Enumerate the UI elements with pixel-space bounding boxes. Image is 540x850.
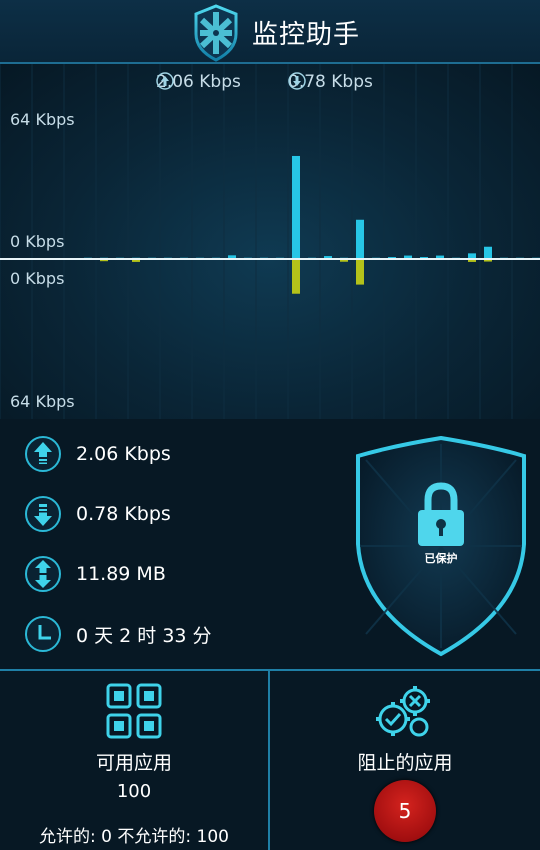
clock-icon (25, 616, 61, 652)
download-speed-icon (25, 496, 61, 532)
apps-grid-icon (106, 683, 162, 739)
gears-blocked-icon (376, 686, 430, 737)
allowed-apps-panel[interactable]: 可用应用 100 允许的: 0 不允许的: 100 (0, 671, 268, 850)
upload-arrow-icon (156, 72, 174, 90)
axis-label-upload-zero: 0 Kbps (10, 232, 65, 251)
download-speed-value: 0.78 Kbps (76, 503, 171, 525)
total-traffic-icon (25, 556, 61, 592)
blocked-apps-count-badge[interactable]: 5 (374, 780, 436, 842)
axis-label-download-zero: 0 Kbps (10, 269, 65, 288)
uptime-value: 0 天 2 时 33 分 (76, 624, 212, 647)
stat-download: 0.78 Kbps (24, 494, 171, 534)
traffic-chart-svg (0, 64, 540, 419)
shield-logo-icon (194, 4, 238, 62)
stat-upload: 2.06 Kbps (24, 434, 171, 474)
download-bar (292, 259, 300, 294)
download-arrow-icon (288, 72, 306, 90)
upload-bar (356, 219, 364, 259)
axis-label-upload-max: 64 Kbps (10, 110, 75, 129)
upload-bar (292, 155, 300, 259)
stat-total-traffic: 11.89 MB (24, 554, 166, 594)
protection-status: 已保护 (424, 552, 458, 565)
top-upload-rate: 2.06 Kbps (156, 72, 241, 92)
allowed-apps-title: 可用应用 (95, 752, 172, 774)
upload-speed-icon (25, 436, 61, 472)
upload-speed-value: 2.06 Kbps (76, 443, 171, 465)
upload-bar (484, 246, 492, 259)
download-bar (356, 259, 364, 285)
axis-label-download-max: 64 Kbps (10, 392, 75, 411)
top-download-rate: 0.78 Kbps (288, 72, 373, 92)
blocked-apps-title: 阻止的应用 (357, 752, 453, 774)
page-title: 监控助手 (252, 20, 361, 50)
traffic-chart: 2.06 Kbps 0.78 Kbps 64 Kbps 0 Kbps 0 Kbp… (0, 64, 540, 419)
total-traffic-value: 11.89 MB (76, 563, 166, 585)
protection-shield[interactable] (352, 434, 530, 659)
allowed-apps-count: 100 (116, 781, 152, 802)
app-header: 监控助手 (0, 0, 540, 64)
allowed-apps-summary: 允许的: 0 不允许的: 100 (39, 827, 229, 847)
stat-uptime: 0 天 2 时 33 分 (24, 614, 212, 654)
